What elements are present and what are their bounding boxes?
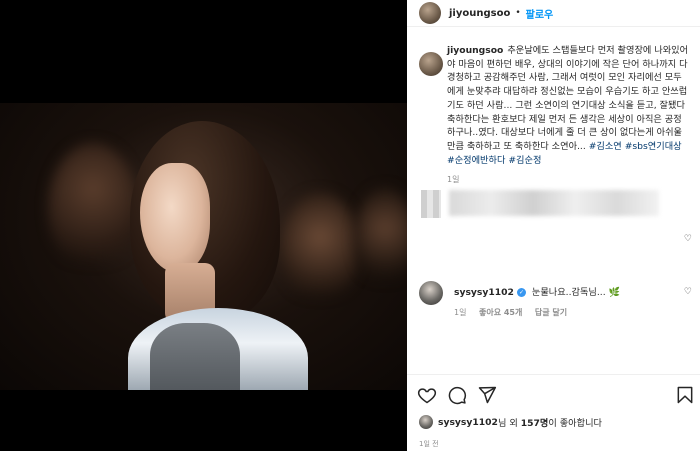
post-panel: jiyoungsoo • 팔로우 jiyoungsoo 추운날에도 스탭들보다 먼… [407,0,700,451]
background-person [48,143,138,273]
comment-icon[interactable] [447,385,467,405]
comment-likes[interactable]: 좋아요 45개 [479,308,522,317]
share-icon[interactable] [477,385,497,405]
likes-suffix: 이 좋아합니다 [548,418,602,429]
liker-avatar[interactable] [419,415,433,429]
comments-list: jiyoungsoo 추운날에도 스탭들보다 먼저 촬영장에 나와있어야 마음이 … [407,44,700,185]
blurred-comment: ♡ [407,184,700,244]
hashtag-link[interactable]: #김소연 [589,141,622,152]
follow-button[interactable]: 팔로우 [526,6,554,21]
heart-icon[interactable] [417,385,437,405]
post-photo[interactable] [0,103,407,390]
liker-username[interactable]: sysysy1102 [438,417,498,428]
caption-username[interactable]: jiyoungsoo [447,45,503,56]
heart-icon[interactable]: ♡ [684,234,692,244]
caption-body: 추운날에도 스탭들보다 먼저 촬영장에 나와있어야 마음이 편하던 배우, 상대… [447,45,689,152]
comment-body: 눈물나요..감독님... [531,287,606,298]
caption: jiyoungsoo 추운날에도 스탭들보다 먼저 촬영장에 나와있어야 마음이 … [407,44,700,167]
background-person [280,193,360,303]
likes-summary: sysysy1102 님 외 157명 이 좋아합니다 [419,415,602,429]
post-header: jiyoungsoo • 팔로우 [407,0,700,27]
background-person [355,188,407,288]
blurred-avatar [421,190,441,218]
author-avatar[interactable] [419,2,441,24]
verified-icon: ✓ [516,288,526,297]
author-username[interactable]: jiyoungsoo [449,8,510,19]
hashtag-link[interactable]: #sbs연기대상 [625,141,682,152]
bookmark-icon[interactable] [675,385,695,405]
comment-time[interactable]: 1일 [454,308,466,317]
post-media [0,0,407,451]
post-timestamp[interactable]: 1일 전 [419,439,439,449]
likes-count[interactable]: 157명 [521,415,549,429]
hashtag-link[interactable]: #김순정 [508,155,541,166]
caption-text: jiyoungsoo 추운날에도 스탭들보다 먼저 촬영장에 나와있어야 마음이 … [447,44,690,167]
comment-meta: 1일 좋아요 45개 답글 달기 [454,307,577,318]
blurred-comment-text [449,190,659,216]
hashtag-link[interactable]: #순정에반하다 [447,155,505,166]
subject-inner-top [150,323,240,390]
heart-icon[interactable]: ♡ [684,287,692,297]
caption-avatar[interactable] [419,52,443,76]
commenter-avatar[interactable] [419,281,443,305]
separator-dot: • [515,8,521,18]
likes-mid: 님 외 [497,418,518,429]
leaf-emoji: 🌿 [608,287,621,298]
commenter-username[interactable]: sysysy1102 [454,287,514,298]
comment-text: sysysy1102 ✓ 눈물나요..감독님... 🌿 [454,284,620,298]
reply-button[interactable]: 답글 달기 [535,308,567,317]
action-bar [407,374,700,410]
